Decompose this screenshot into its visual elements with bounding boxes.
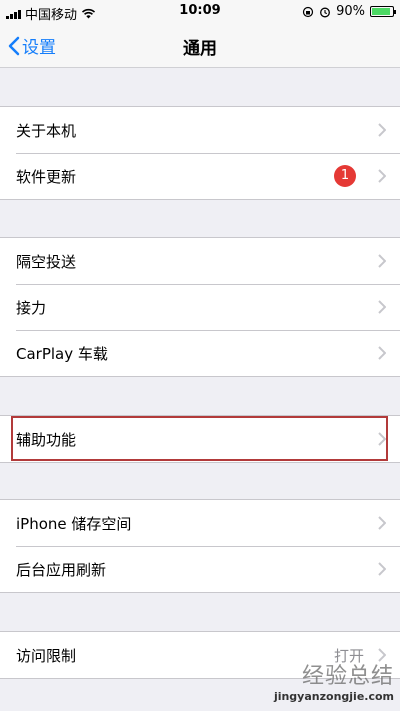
settings-row-airdrop[interactable]: 隔空投送 (0, 238, 400, 284)
highlight-box (11, 416, 388, 461)
chevron-right-icon (378, 346, 386, 360)
row-label: 软件更新 (16, 167, 77, 186)
battery-percent: 90% (336, 4, 365, 19)
chevron-right-icon (378, 254, 386, 268)
alarm-icon (320, 7, 331, 17)
row-label: 访问限制 (16, 646, 77, 665)
settings-group-about: 关于本机 软件更新 1 (0, 106, 400, 200)
settings-row-software-update[interactable]: 软件更新 1 (0, 153, 400, 199)
settings-row-about[interactable]: 关于本机 (0, 107, 400, 153)
watermark: 经验总结 jingyanzongjie.com (274, 658, 394, 703)
notification-badge: 1 (334, 165, 356, 187)
row-label: CarPlay 车载 (16, 344, 108, 363)
chevron-right-icon (378, 562, 386, 576)
settings-row-background-refresh[interactable]: 后台应用刷新 (0, 546, 400, 592)
row-label: 后台应用刷新 (16, 560, 107, 579)
row-label: 关于本机 (16, 121, 77, 140)
row-label: 接力 (16, 298, 47, 317)
navigation-bar: 设置 通用 (0, 24, 400, 68)
status-bar: 中国移动 10:09 90% (0, 0, 400, 24)
row-label: iPhone 储存空间 (16, 514, 132, 533)
chevron-right-icon (378, 516, 386, 530)
row-label: 隔空投送 (16, 252, 77, 271)
settings-row-iphone-storage[interactable]: iPhone 储存空间 (0, 500, 400, 546)
settings-group-continuity: 隔空投送 接力 CarPlay 车载 (0, 237, 400, 377)
watermark-url: jingyanzongjie.com (273, 690, 394, 703)
status-right: 90% (302, 4, 396, 19)
battery-icon (370, 6, 396, 17)
settings-group-storage: iPhone 储存空间 后台应用刷新 (0, 499, 400, 593)
chevron-right-icon (378, 169, 386, 183)
settings-row-carplay[interactable]: CarPlay 车载 (0, 330, 400, 376)
settings-row-handoff[interactable]: 接力 (0, 284, 400, 330)
page-title: 通用 (183, 39, 217, 59)
chevron-right-icon (378, 300, 386, 314)
orientation-lock-icon (302, 6, 314, 17)
chevron-right-icon (378, 123, 386, 137)
watermark-text: 经验总结 (301, 664, 394, 689)
